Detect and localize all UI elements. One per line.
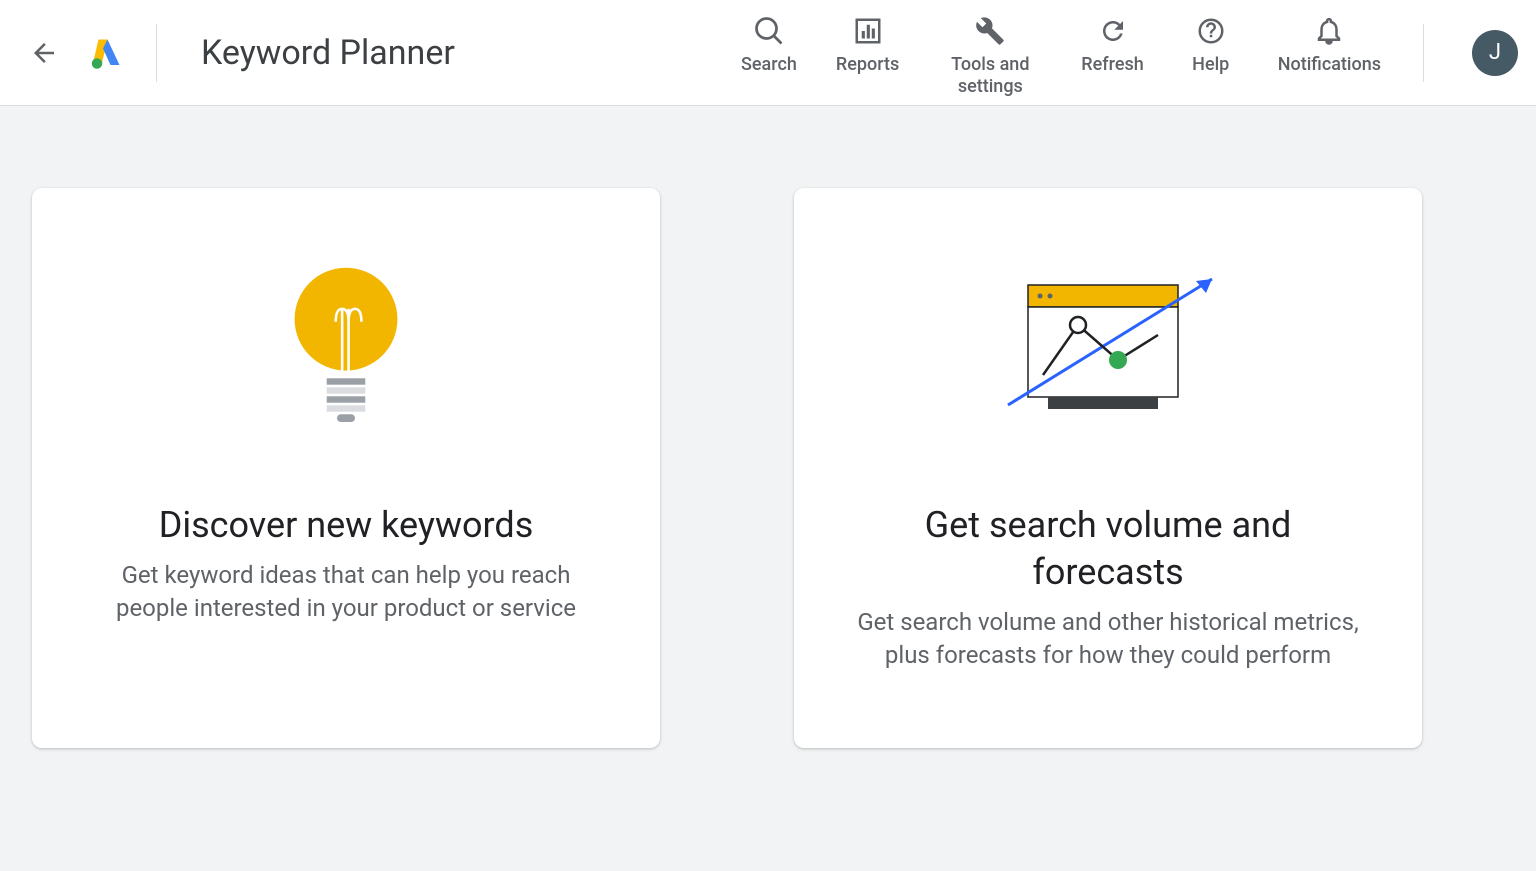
- chart-forecast-icon: [988, 260, 1228, 440]
- help-icon: [1194, 14, 1228, 48]
- page-title: Keyword Planner: [201, 33, 455, 73]
- bell-icon: [1312, 14, 1346, 48]
- nav-reports[interactable]: Reports: [836, 8, 899, 76]
- header-divider-2: [1423, 24, 1424, 82]
- refresh-icon: [1096, 14, 1130, 48]
- volume-card-desc: Get search volume and other historical m…: [848, 606, 1368, 673]
- discover-card-title: Discover new keywords: [159, 502, 534, 549]
- nav-reports-label: Reports: [836, 54, 899, 76]
- lightbulb-icon: [281, 260, 411, 440]
- nav-notifications[interactable]: Notifications: [1278, 8, 1381, 76]
- nav-tools-label: Tools and settings: [935, 54, 1045, 97]
- nav-help-label: Help: [1192, 54, 1229, 76]
- header-right: Search Reports Tools and settings Refres…: [738, 8, 1518, 97]
- nav-search-label: Search: [741, 54, 797, 76]
- nav-tools-settings[interactable]: Tools and settings: [935, 8, 1045, 97]
- google-ads-logo[interactable]: [86, 33, 126, 73]
- search-volume-card[interactable]: Get search volume and forecasts Get sear…: [794, 188, 1422, 748]
- nav-refresh[interactable]: Refresh: [1081, 8, 1143, 76]
- search-icon: [752, 14, 786, 48]
- header-left: Keyword Planner: [28, 24, 455, 82]
- back-button[interactable]: [28, 37, 60, 69]
- google-ads-icon: [88, 35, 124, 71]
- header-divider: [156, 24, 157, 82]
- discover-card-desc: Get keyword ideas that can help you reac…: [86, 559, 606, 626]
- bar-chart-icon: [851, 14, 885, 48]
- volume-card-title: Get search volume and forecasts: [868, 502, 1348, 596]
- app-header: Keyword Planner Search Reports Tools and…: [0, 0, 1536, 106]
- nav-notifications-label: Notifications: [1278, 54, 1381, 76]
- discover-keywords-card[interactable]: Discover new keywords Get keyword ideas …: [32, 188, 660, 748]
- arrow-left-icon: [29, 38, 59, 68]
- user-avatar[interactable]: J: [1472, 30, 1518, 76]
- nav-help[interactable]: Help: [1180, 8, 1242, 76]
- main-content: Discover new keywords Get keyword ideas …: [0, 106, 1536, 788]
- nav-search[interactable]: Search: [738, 8, 800, 76]
- wrench-icon: [973, 14, 1007, 48]
- nav-refresh-label: Refresh: [1081, 54, 1143, 76]
